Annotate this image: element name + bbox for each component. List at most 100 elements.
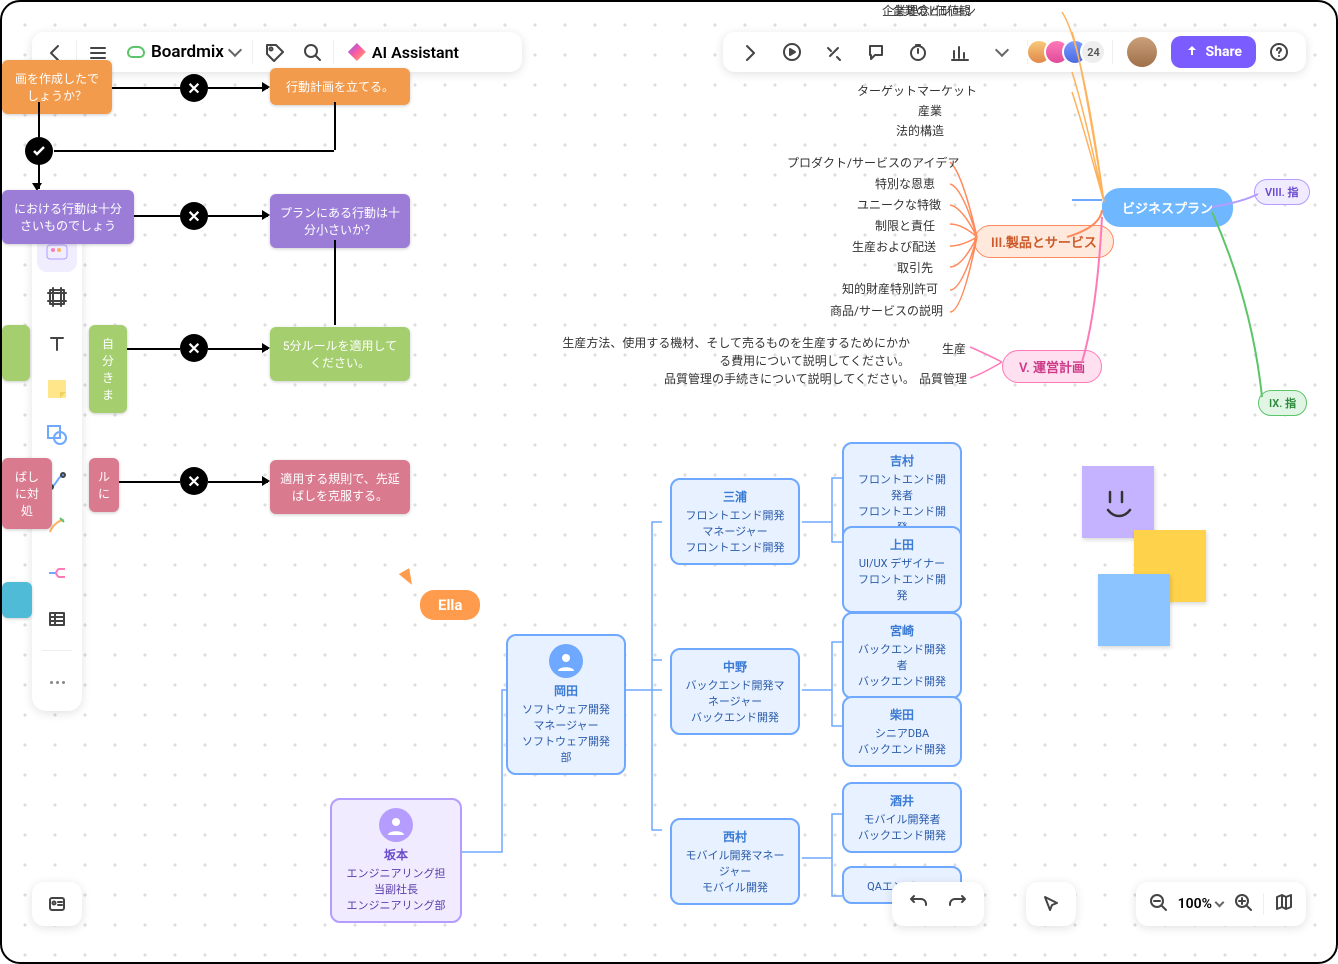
org-card[interactable]: 中野バックエンド開発マネージャーバックエンド開発	[670, 648, 800, 735]
mindmap-leaf[interactable]: 法的構造	[896, 122, 944, 139]
org-card[interactable]: 西村モバイル開発マネージャーモバイル開発	[670, 818, 800, 905]
mindmap-desc[interactable]: 品質管理の手続きについて説明してください。	[664, 370, 915, 387]
x-junction[interactable]: ✕	[180, 74, 208, 102]
help-button[interactable]	[1260, 33, 1298, 71]
mindmap-leaf[interactable]: 企業のビジョン	[892, 2, 976, 19]
frame-tool[interactable]	[37, 276, 77, 318]
share-icon	[1185, 45, 1199, 59]
tag-icon	[264, 42, 284, 62]
mindmap-branch[interactable]: IX. 指	[1258, 390, 1307, 416]
table-tool[interactable]	[37, 598, 77, 640]
flow-node[interactable]: 画を作成したでしょうか？	[2, 60, 112, 114]
chevron-down-icon	[995, 43, 1009, 57]
mindmap-leaf[interactable]: 特別な恩恵	[875, 175, 935, 192]
chevron-right-icon	[740, 42, 760, 62]
mindmap-tool[interactable]	[37, 552, 77, 594]
x-junction[interactable]: ✕	[180, 334, 208, 362]
pointer-tool[interactable]	[1032, 885, 1070, 923]
current-user-avatar[interactable]	[1127, 37, 1157, 67]
mindmap-branch[interactable]: III.製品とサービス	[974, 225, 1114, 258]
mindmap-leaf[interactable]: 産業	[918, 102, 942, 119]
text-icon	[47, 333, 67, 353]
play-button[interactable]	[773, 33, 811, 71]
mindmap-leaf[interactable]: 制限と責任	[875, 217, 935, 234]
org-card[interactable]: 酒井モバイル開発者バックエンド開発	[842, 782, 962, 853]
mindmap-leaf[interactable]: ユニークな特徴	[857, 196, 941, 213]
menu-icon	[88, 42, 108, 62]
chat-icon	[866, 42, 886, 62]
chart-button[interactable]	[941, 33, 979, 71]
mindmap-leaf[interactable]: 生産	[942, 340, 966, 357]
chevron-down-icon	[228, 43, 242, 57]
org-card[interactable]: 岡田 ソフトウェア開発マネージャーソフトウェア開発部	[506, 634, 626, 775]
tag-button[interactable]	[255, 33, 293, 71]
x-junction[interactable]: ✕	[180, 202, 208, 230]
chart-icon	[950, 42, 970, 62]
redo-icon	[948, 892, 968, 912]
flow-node[interactable]	[2, 325, 30, 381]
mindmap-desc[interactable]: 生産方法、使用する機材、そして売るものを生産するためにかかる費用について説明して…	[560, 334, 910, 370]
sticky-note[interactable]	[1082, 466, 1154, 538]
mindmap-leaf[interactable]: プロダクト/サービスのアイデア	[787, 154, 959, 171]
flow-node[interactable]: 行動計画を立てる。	[270, 68, 410, 105]
check-junction[interactable]	[25, 137, 53, 165]
sticker-icon	[45, 241, 69, 261]
org-card[interactable]: 坂本 エンジニアリング担当副社長エンジニアリング部	[330, 798, 462, 923]
expand-toolbar-button[interactable]	[731, 33, 769, 71]
frame-icon	[47, 287, 67, 307]
ai-logo-icon	[348, 43, 366, 61]
flow-node[interactable]: における行動は十分さいものでしょう	[2, 190, 134, 244]
flow-node[interactable]: 5分ルールを適用してください。	[270, 327, 410, 381]
redo-button[interactable]	[948, 892, 968, 916]
note-tool[interactable]	[37, 368, 77, 410]
mindmap-leaf[interactable]: 商品/サービスの説明	[830, 302, 943, 319]
pointer-bar	[1026, 882, 1076, 926]
zoom-out-button[interactable]	[1148, 892, 1168, 916]
fit-view-button[interactable]	[1274, 892, 1294, 916]
sticky-note[interactable]	[1098, 574, 1170, 646]
pointer-icon	[1041, 894, 1061, 914]
collaborator-avatars[interactable]: 24	[1034, 39, 1106, 65]
zoom-level[interactable]: 100%	[1178, 896, 1223, 912]
search-button[interactable]	[293, 33, 331, 71]
cursor-user-name: Ella	[420, 590, 480, 620]
note-icon	[46, 378, 68, 400]
undo-redo-bar	[892, 882, 984, 926]
mindmap-leaf[interactable]: 品質管理	[919, 370, 967, 387]
sparkle-icon	[824, 42, 844, 62]
org-card[interactable]: 柴田シニアDBAバックエンド開発	[842, 696, 962, 767]
mindmap-branch[interactable]: VIII. 指	[1254, 179, 1310, 205]
x-junction[interactable]: ✕	[180, 467, 208, 495]
mindmap-leaf[interactable]: 生産および配送	[852, 238, 936, 255]
text-tool[interactable]	[37, 322, 77, 364]
flow-node[interactable]: 自分きま	[89, 325, 127, 413]
remote-cursor: Ella	[402, 570, 480, 620]
mindmap-leaf[interactable]: ターゲットマーケット	[857, 82, 977, 99]
more-tools-button[interactable]	[983, 33, 1021, 71]
mindmap-leaf[interactable]: 知的財産特別許可	[842, 280, 938, 297]
org-card[interactable]: 上田UI/UX デザイナーフロントエンド開発	[842, 526, 962, 613]
flow-node[interactable]: ルに	[89, 458, 119, 512]
sparkle-button[interactable]	[815, 33, 853, 71]
org-card[interactable]: 三浦フロントエンド開発マネージャーフロントエンド開発	[670, 478, 800, 565]
zoom-in-button[interactable]	[1233, 892, 1253, 916]
shape-tool[interactable]	[37, 414, 77, 456]
zoom-out-icon	[1148, 892, 1168, 912]
timer-button[interactable]	[899, 33, 937, 71]
mindmap-leaf[interactable]: 取引先	[897, 259, 933, 276]
flow-node[interactable]	[2, 582, 32, 618]
undo-icon	[908, 892, 928, 912]
more-tools[interactable]	[37, 661, 77, 703]
minimap-toggle[interactable]	[32, 882, 82, 926]
org-card[interactable]: 宮崎バックエンド開発者バックエンド開発	[842, 612, 962, 699]
share-button[interactable]: Share	[1171, 36, 1256, 68]
ai-assistant-button[interactable]: AI Assistant	[336, 43, 471, 62]
comment-button[interactable]	[857, 33, 895, 71]
flow-node[interactable]: ばしに対処	[2, 458, 52, 529]
doc-title[interactable]: Boardmix	[117, 42, 250, 62]
flow-node[interactable]: プランにある行動は十分小さいか？	[270, 194, 410, 248]
mindmap-branch[interactable]: V. 運営計画	[1002, 350, 1102, 383]
undo-button[interactable]	[908, 892, 928, 916]
flow-node[interactable]: 適用する規則で、先延ばしを克服する。	[270, 460, 410, 514]
mindmap-root[interactable]: ビジネスプラン	[1102, 188, 1233, 227]
